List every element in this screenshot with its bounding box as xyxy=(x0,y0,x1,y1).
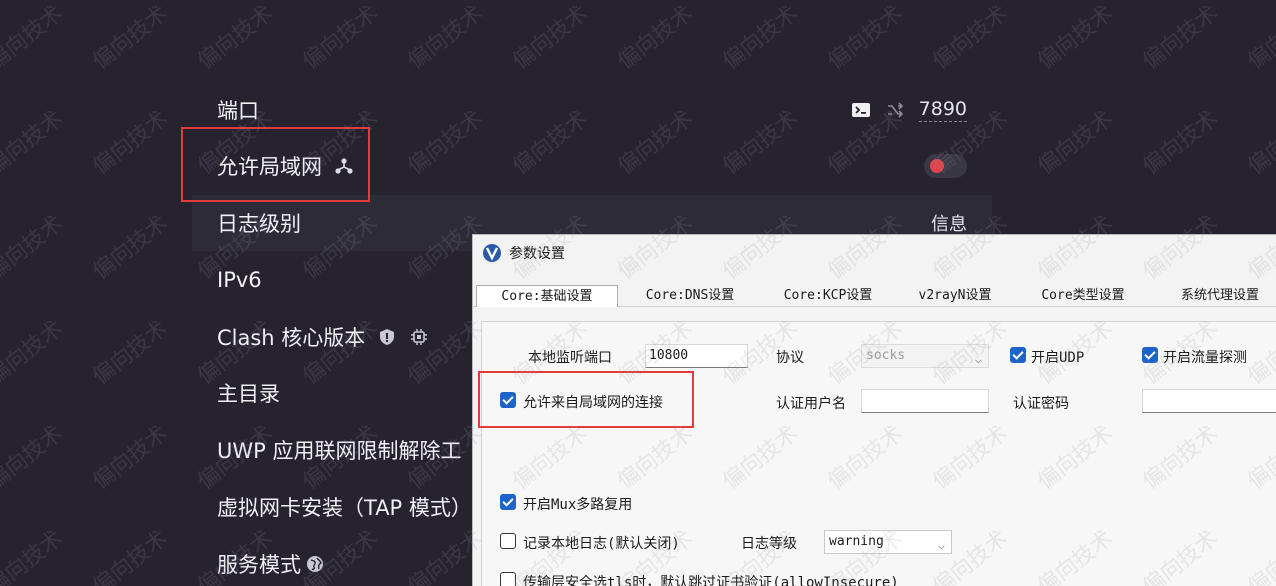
chevron-down-icon: ⌵ xyxy=(974,352,982,366)
auth-user-input[interactable] xyxy=(861,389,989,413)
highlight-box-allow-lan xyxy=(181,127,370,202)
terminal-icon[interactable] xyxy=(851,100,871,120)
tls-insecure-label: 传输层安全选tls时，默认跳过证书验证(allowInsecure) xyxy=(523,575,899,586)
log-level-value[interactable]: 信息 xyxy=(931,210,967,236)
tab-core-dns[interactable]: Core:DNS设置 xyxy=(625,285,755,307)
auth-user-label: 认证用户名 xyxy=(776,396,846,412)
globe-icon[interactable] xyxy=(305,554,325,574)
sniffing-label: 开启流量探测 xyxy=(1163,350,1247,366)
local-log-label: 记录本地日志(默认关闭) xyxy=(523,536,680,552)
chip-icon[interactable] xyxy=(409,327,429,347)
service-mode-label: 服务模式 xyxy=(217,553,301,577)
tab-core-basic[interactable]: Core:基础设置 xyxy=(476,285,618,307)
shield-icon[interactable] xyxy=(377,327,397,347)
port-value[interactable]: 7890 xyxy=(918,98,967,122)
home-dir-label: 主目录 xyxy=(217,382,280,406)
tab-system-proxy[interactable]: 系统代理设置 xyxy=(1159,285,1276,307)
port-label: 端口 xyxy=(217,99,259,123)
udp-label: 开启UDP xyxy=(1031,350,1085,366)
log-level-label: 日志级别 xyxy=(217,212,301,236)
sniffing-checkbox[interactable] xyxy=(1142,347,1158,363)
tab-strip: Core:基础设置 Core:DNS设置 Core:KCP设置 v2rayN设置… xyxy=(473,285,1276,307)
protocol-label: 协议 xyxy=(776,350,804,366)
ipv6-label: IPv6 xyxy=(217,268,262,292)
tap-install-label: 虚拟网卡安装（TAP 模式） xyxy=(217,496,472,520)
mux-label: 开启Mux多路复用 xyxy=(523,497,633,513)
auth-pass-label: 认证密码 xyxy=(1013,396,1069,412)
shuffle-icon[interactable] xyxy=(885,100,905,120)
chevron-down-icon: ⌵ xyxy=(937,538,945,552)
log-level-select-value: warning xyxy=(829,534,884,549)
tab-core-type[interactable]: Core类型设置 xyxy=(1020,285,1146,307)
local-port-input[interactable]: 10800 xyxy=(645,344,748,368)
local-log-checkbox[interactable] xyxy=(500,533,516,549)
mux-checkbox[interactable] xyxy=(500,494,516,510)
protocol-select[interactable]: socks ⌵ xyxy=(861,344,989,368)
tls-insecure-checkbox[interactable] xyxy=(500,572,516,586)
auth-pass-input[interactable] xyxy=(1142,389,1276,413)
toggle-knob xyxy=(930,159,944,173)
dialog-titlebar[interactable]: 参数设置 xyxy=(473,235,1276,269)
uwp-label: UWP 应用联网限制解除工 xyxy=(217,439,462,463)
highlight-box-allow-lan-connection xyxy=(478,371,694,428)
local-port-label: 本地监听端口 xyxy=(528,350,612,366)
dialog-title: 参数设置 xyxy=(509,246,565,262)
tab-v2rayn[interactable]: v2rayN设置 xyxy=(899,285,1011,307)
tab-core-kcp[interactable]: Core:KCP设置 xyxy=(763,285,893,307)
allow-lan-toggle[interactable] xyxy=(924,154,967,178)
protocol-value: socks xyxy=(866,348,906,363)
log-level-select-label: 日志等级 xyxy=(741,536,797,552)
udp-checkbox[interactable] xyxy=(1010,347,1026,363)
core-version-label: Clash 核心版本 xyxy=(217,326,366,350)
v2rayn-logo-icon xyxy=(482,243,502,263)
log-level-select[interactable]: warning ⌵ xyxy=(824,530,952,554)
